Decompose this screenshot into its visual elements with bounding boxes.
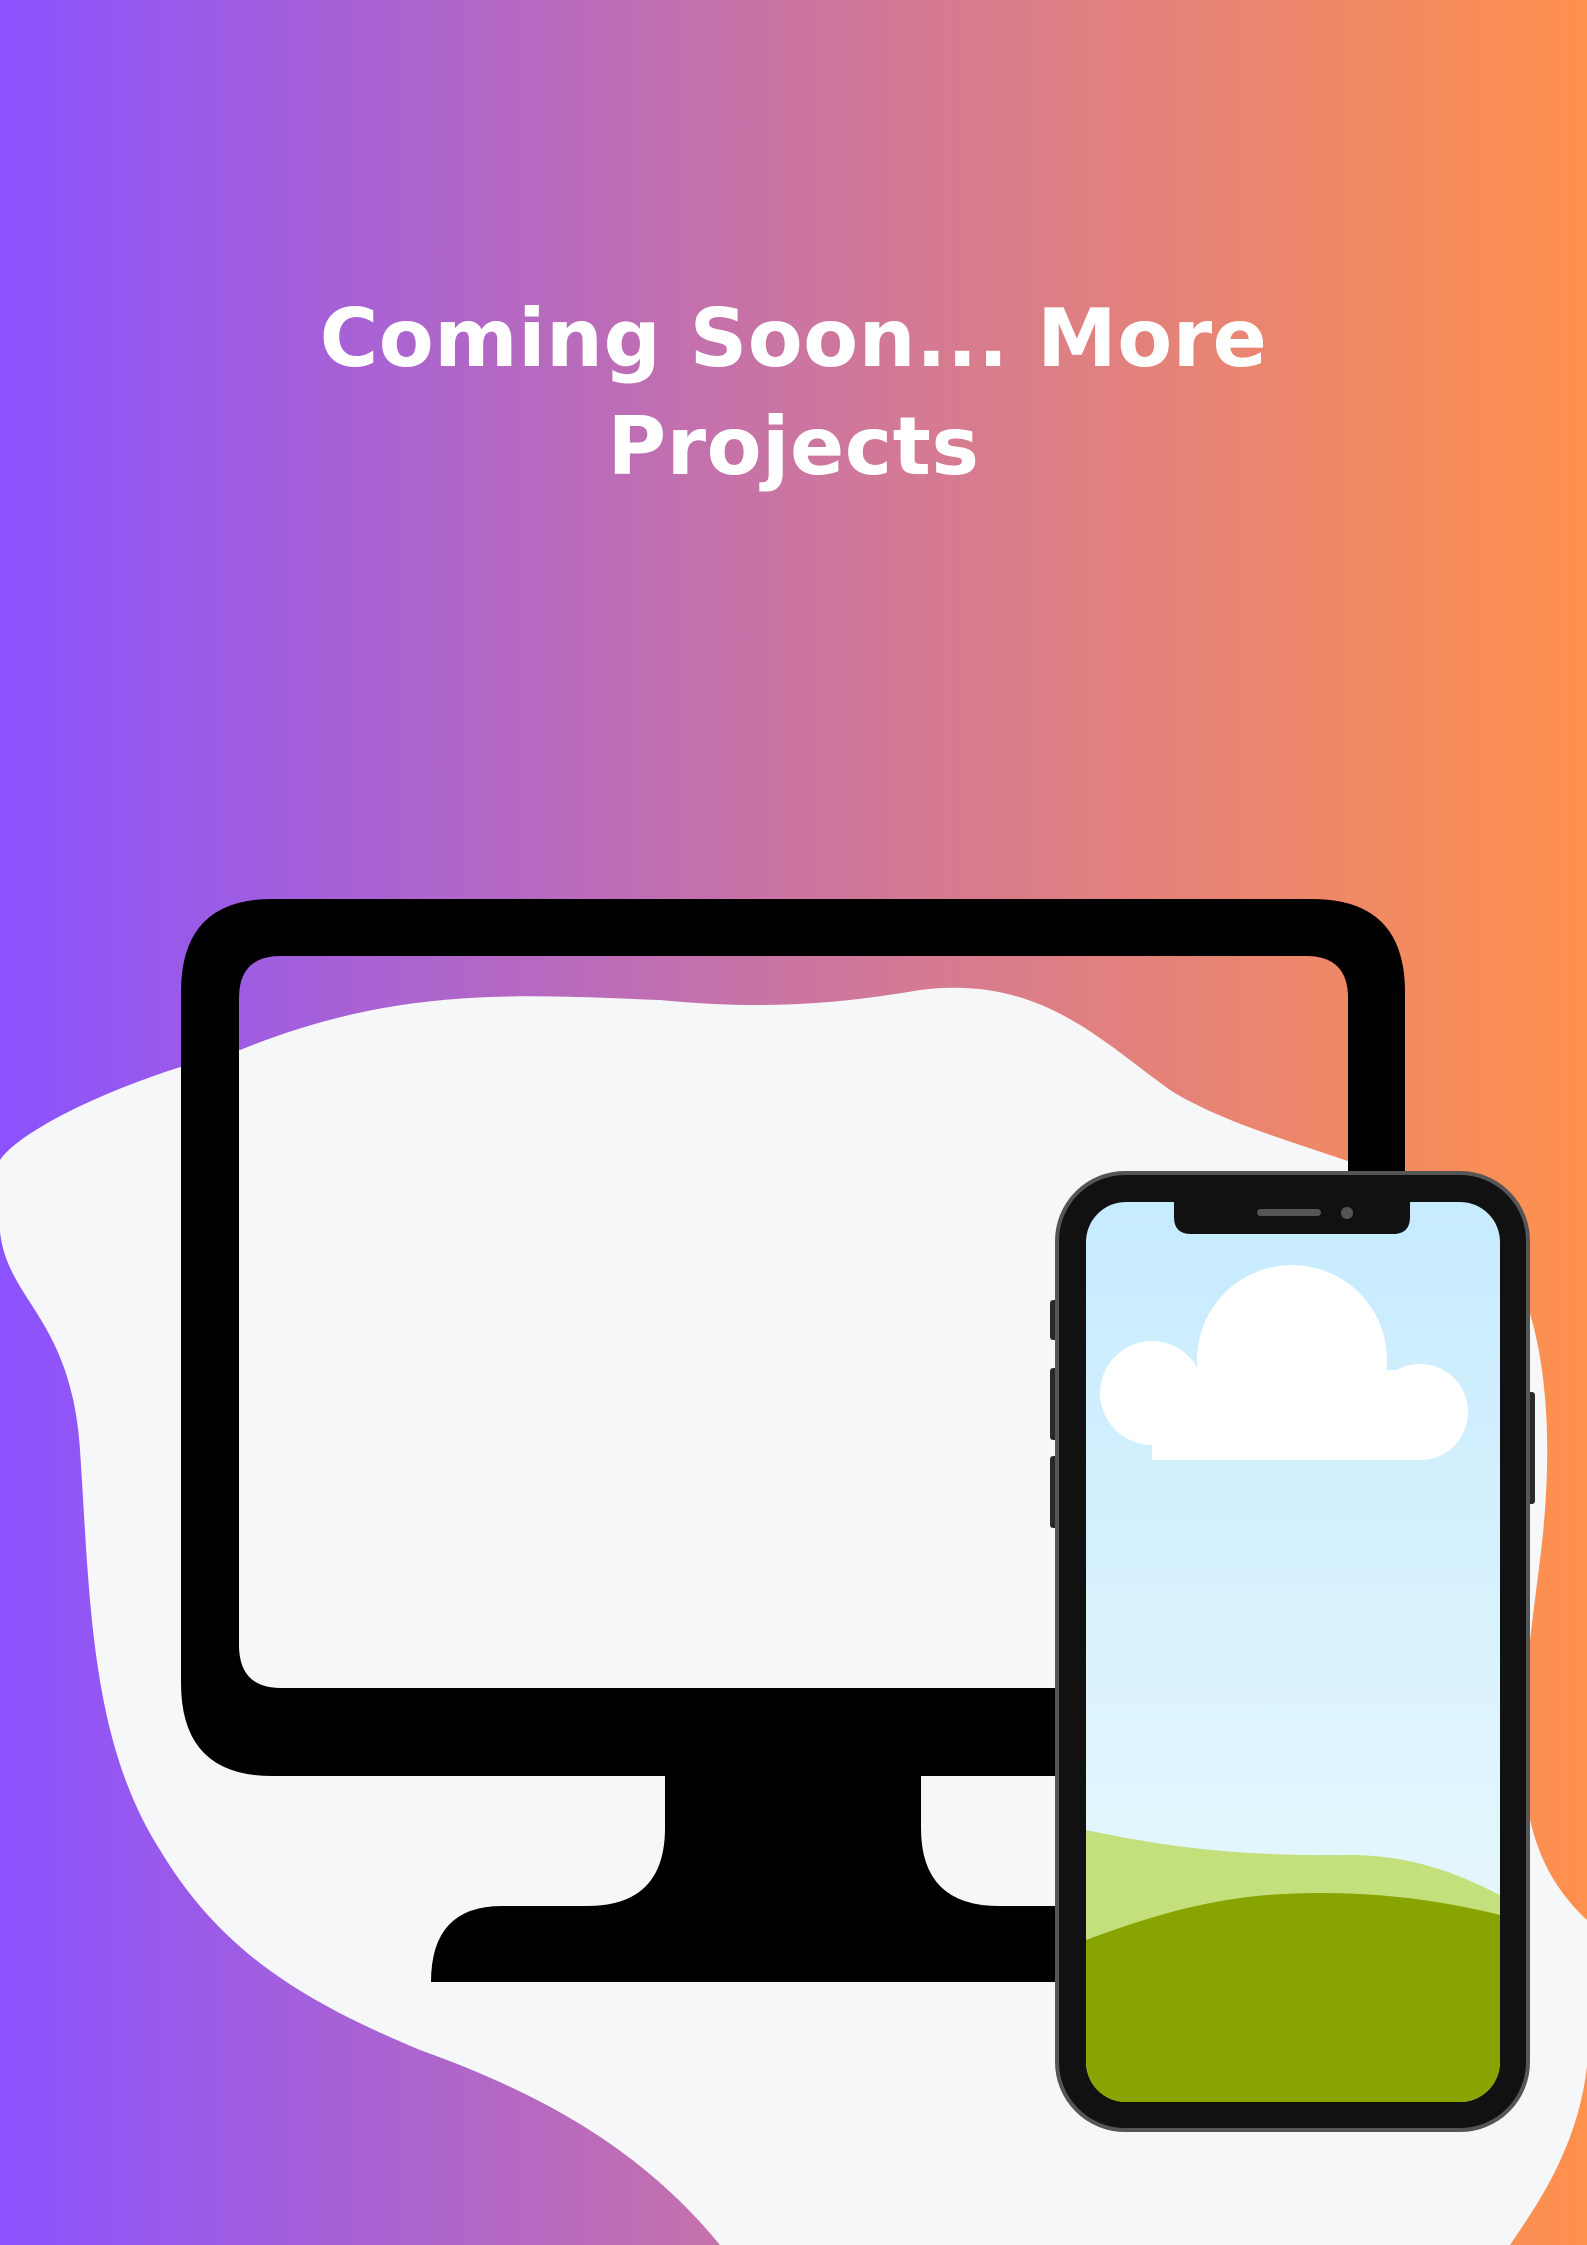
page-title-line-1: Coming Soon... More xyxy=(319,292,1268,385)
page-title: Coming Soon... More Projects xyxy=(0,285,1587,501)
hill-dark xyxy=(1086,1893,1500,2102)
phone-speaker xyxy=(1257,1209,1321,1216)
smartphone-icon xyxy=(1050,1171,1535,2132)
page-title-line-2: Projects xyxy=(607,400,980,493)
coming-soon-page: Coming Soon... More Projects xyxy=(0,0,1587,2245)
phone-camera xyxy=(1341,1207,1353,1219)
phone-screen xyxy=(1086,1202,1500,2102)
